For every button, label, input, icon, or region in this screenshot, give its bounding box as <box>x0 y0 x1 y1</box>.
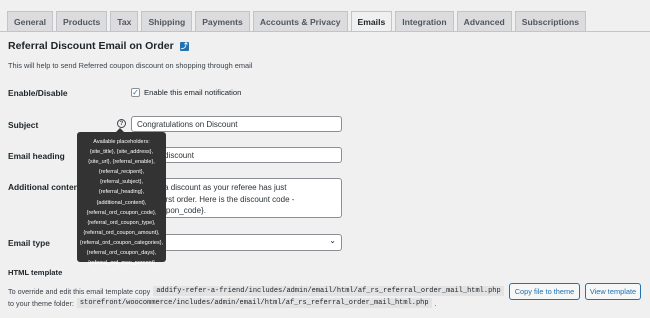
tooltip-line: {referral_ord_coupon_categories}, <box>79 239 164 246</box>
tab-emails[interactable]: Emails <box>350 11 393 31</box>
tabs-divider <box>0 31 650 32</box>
tooltip-line: {referral_ord_coupon_code}, <box>86 209 157 216</box>
up-arrow-icon[interactable]: ⤴ <box>179 41 189 51</box>
tooltip-line: {site_url}, {referral_enable}, <box>88 159 155 166</box>
tab-shipping[interactable]: Shipping <box>141 11 193 31</box>
subject-input[interactable]: Congratulations on Discount <box>131 116 342 132</box>
page-title-text: Referral Discount Email on Order <box>8 40 174 52</box>
tooltip-line: {additional_content}, <box>96 199 147 206</box>
copy-file-to-theme-button[interactable]: Copy file to theme <box>509 283 580 300</box>
heading-label: Email heading <box>8 151 65 161</box>
tab-tax[interactable]: Tax <box>110 11 139 31</box>
template-line-2-end: . <box>434 298 437 308</box>
tab-products[interactable]: Products <box>56 11 108 31</box>
template-source-path: addify-refer-a-friend/includes/admin/ema… <box>153 286 504 296</box>
subject-label: Subject <box>8 120 39 130</box>
template-line-1-text: To override and edit this email template… <box>8 286 151 296</box>
checkmark-icon: ✓ <box>132 87 139 97</box>
tab-payments[interactable]: Payments <box>195 11 250 31</box>
tab-integration[interactable]: Integration <box>395 11 454 31</box>
template-line-1: To override and edit this email template… <box>8 286 507 296</box>
tooltip-line: {referral_ord_coupon_days}, <box>86 250 157 257</box>
tooltip-line: Available placeholders: <box>93 139 150 145</box>
help-icon[interactable]: ? <box>117 119 126 128</box>
settings-tabs: General Products Tax Shipping Payments Accoun… <box>7 11 589 31</box>
template-line-2: to your theme folder: storefront/woocomm… <box>8 298 437 308</box>
tab-advanced[interactable]: Advanced <box>456 11 512 31</box>
enable-checkbox-label[interactable]: Enable this email notification <box>144 88 241 97</box>
tooltip-line: {referral_ord_max_percent} <box>88 260 155 267</box>
tooltip-line: {referral_subject}, <box>99 179 144 186</box>
tab-subscriptions[interactable]: Subscriptions <box>514 11 587 31</box>
tab-general[interactable]: General <box>7 11 54 31</box>
enable-checkbox[interactable]: ✓ <box>131 88 140 97</box>
page-description: This will help to send Referred coupon d… <box>8 61 253 70</box>
page-title: Referral Discount Email on Order ⤴ <box>8 40 189 52</box>
template-theme-path: storefront/woocommerce/includes/admin/em… <box>76 298 432 308</box>
tooltip-line: {referral_ord_coupon_type}, <box>87 219 156 226</box>
email-type-label: Email type <box>8 238 50 248</box>
tooltip-line: {referral_ord_coupon_amount}, <box>83 229 160 236</box>
content-label: Additional content <box>8 182 82 192</box>
enable-label: Enable/Disable <box>8 88 68 98</box>
tooltip-line: {referral_recipent}, <box>98 169 145 176</box>
template-line-2-text: to your theme folder: <box>8 298 74 308</box>
placeholders-tooltip: Available placeholders: {site_title}, {si… <box>77 132 166 266</box>
tab-accounts-privacy[interactable]: Accounts & Privacy <box>252 11 348 31</box>
view-template-button[interactable]: View template <box>585 283 641 300</box>
chevron-down-icon: ⌄ <box>329 236 336 245</box>
tooltip-line: {referral_heading}, <box>98 189 145 196</box>
html-template-heading: HTML template <box>8 268 63 277</box>
tooltip-line: {site_title}, {site_address}, <box>89 149 154 156</box>
